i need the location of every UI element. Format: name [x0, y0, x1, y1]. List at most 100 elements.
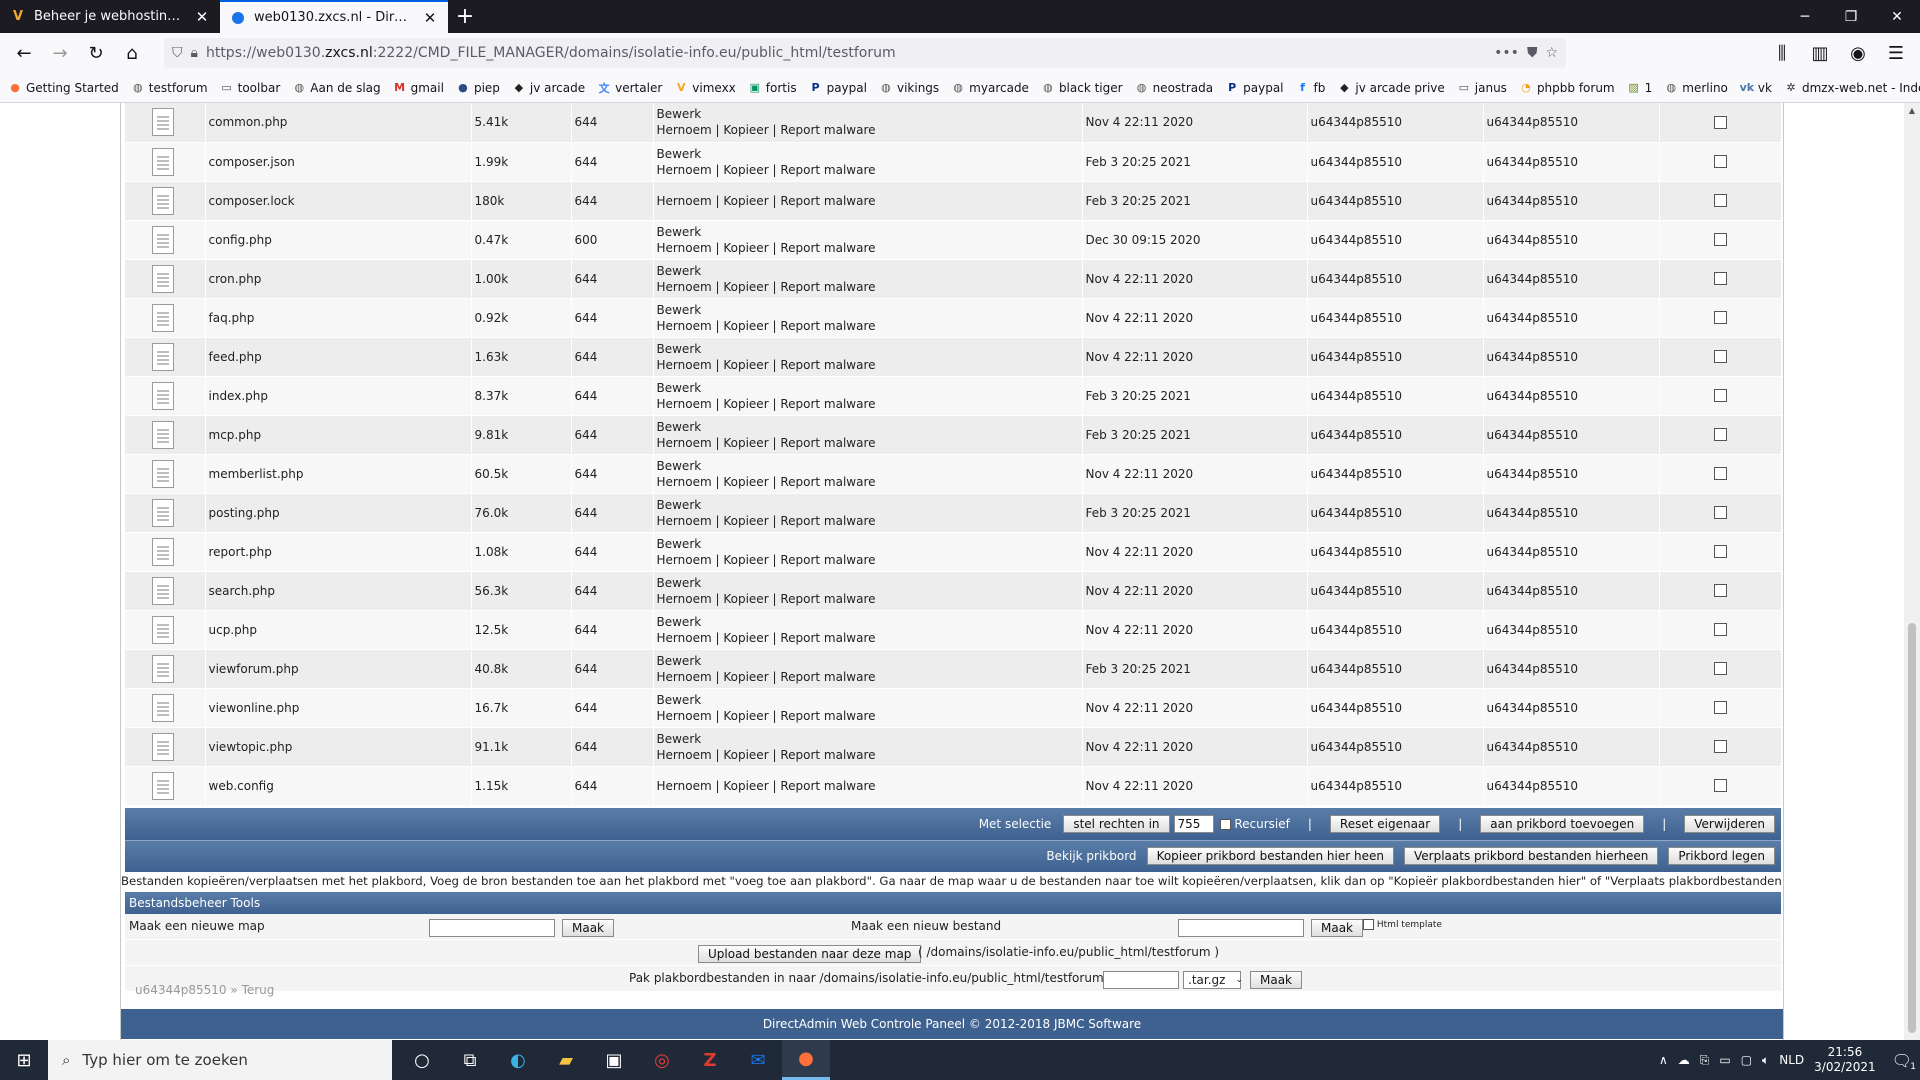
copy-link[interactable]: Kopieer [723, 194, 768, 208]
rename-link[interactable]: Hernoem [657, 592, 712, 606]
select-checkbox[interactable] [1713, 623, 1727, 636]
file-permissions[interactable]: 644 [571, 142, 654, 182]
report-malware-link[interactable]: Report malware [780, 163, 875, 177]
rename-link[interactable]: Hernoem [657, 553, 712, 567]
recursive-option[interactable]: Recursief [1219, 817, 1290, 831]
select-checkbox[interactable] [1713, 311, 1727, 324]
copy-link[interactable]: Kopieer [723, 280, 768, 294]
copy-link[interactable]: Kopieer [723, 670, 768, 684]
file-permissions[interactable]: 600 [571, 220, 654, 260]
edit-link[interactable]: Bewerk [657, 536, 1079, 552]
tab-directadmin[interactable]: web0130.zxcs.nl - DirectAdmin ✕ [220, 0, 448, 33]
edit-link[interactable]: Bewerk [657, 106, 1079, 122]
set-permissions-button[interactable]: stel rechten in [1063, 814, 1170, 833]
edit-link[interactable]: Bewerk [657, 458, 1079, 474]
taskbar-search[interactable]: ⌕ Typ hier om te zoeken [48, 1040, 392, 1080]
bookmark-item[interactable]: ◆ jv arcade [512, 81, 585, 95]
copy-link[interactable]: Kopieer [723, 514, 768, 528]
select-checkbox[interactable] [1713, 506, 1727, 519]
reload-icon[interactable]: ↻ [80, 37, 112, 69]
page-actions-icon[interactable]: ••• [1494, 45, 1519, 61]
file-permissions[interactable]: 644 [571, 532, 654, 572]
file-name[interactable]: posting.php [205, 493, 472, 533]
file-permissions[interactable]: 644 [571, 376, 654, 416]
bookmark-item[interactable]: Vvimexx [674, 81, 736, 95]
edit-link[interactable]: Bewerk [657, 380, 1079, 396]
clear-clipboard-button[interactable]: Prikbord legen [1668, 847, 1775, 865]
archive-name-input[interactable] [1103, 970, 1179, 989]
minimize-icon[interactable]: ─ [1782, 0, 1828, 33]
report-malware-link[interactable]: Report malware [780, 592, 875, 606]
restore-icon[interactable]: ❐ [1828, 0, 1874, 33]
select-checkbox[interactable] [1713, 584, 1727, 597]
bookmark-item[interactable]: Ppaypal [809, 81, 867, 95]
select-checkbox[interactable] [1713, 194, 1727, 207]
move-clipboard-here-button[interactable]: Verplaats prikbord bestanden hierheen [1403, 847, 1659, 865]
archive-format-select[interactable]: .tar.gz ⌄ [1183, 970, 1243, 989]
html-template-checkbox[interactable] [1363, 918, 1374, 930]
language-indicator[interactable]: NLD [1779, 1053, 1804, 1067]
rename-link[interactable]: Hernoem [657, 280, 712, 294]
chevron-up-icon[interactable]: ∧ [1659, 1053, 1668, 1067]
url-bar[interactable]: ⛉ 🔒︎ https://web0130.zxcs.nl:2222/CMD_FI… [164, 38, 1566, 68]
forward-arrow-icon[interactable]: → [44, 37, 76, 69]
file-permissions[interactable]: 644 [571, 298, 654, 338]
file-permissions[interactable]: 644 [571, 571, 654, 611]
rename-link[interactable]: Hernoem [657, 514, 712, 528]
bookmark-item[interactable]: ◍ black tiger [1041, 81, 1122, 95]
bookmark-item[interactable]: ▨ 1 [1627, 81, 1652, 95]
select-checkbox[interactable] [1713, 662, 1727, 675]
file-permissions[interactable]: 644 [571, 727, 654, 767]
edit-link[interactable]: Bewerk [657, 419, 1079, 435]
file-permissions[interactable]: 644 [571, 649, 654, 689]
bookmark-item[interactable]: ◆ jv arcade prive [1337, 81, 1445, 95]
edit-link[interactable]: Bewerk [657, 341, 1079, 357]
report-malware-link[interactable]: Report malware [780, 779, 875, 793]
copy-link[interactable]: Kopieer [723, 592, 768, 606]
file-name[interactable]: common.php [205, 103, 472, 143]
close-icon[interactable]: ✕ [422, 9, 438, 27]
copy-link[interactable]: Kopieer [723, 553, 768, 567]
file-permissions[interactable]: 644 [571, 259, 654, 299]
file-name[interactable]: faq.php [205, 298, 472, 338]
make-file-button[interactable]: Maak [1311, 918, 1364, 937]
report-malware-link[interactable]: Report malware [780, 475, 875, 489]
menu-icon[interactable]: ☰ [1880, 37, 1912, 69]
file-permissions[interactable]: 644 [571, 610, 654, 650]
new-folder-input[interactable] [429, 918, 555, 937]
file-name[interactable]: ucp.php [205, 610, 472, 650]
copy-link[interactable]: Kopieer [723, 709, 768, 723]
edit-link[interactable]: Bewerk [657, 614, 1079, 630]
copy-link[interactable]: Kopieer [723, 319, 768, 333]
edit-link[interactable]: Bewerk [657, 146, 1079, 162]
windows-start-icon[interactable]: ⊞ [0, 1040, 48, 1080]
file-name[interactable]: web.config [205, 766, 472, 806]
network-icon[interactable]: ▢ [1741, 1053, 1752, 1067]
close-icon[interactable]: ✕ [194, 8, 210, 26]
copy-link[interactable]: Kopieer [723, 475, 768, 489]
breadcrumb-user[interactable]: u64344p85510 [135, 983, 227, 997]
file-name[interactable]: viewtopic.php [205, 727, 472, 767]
report-malware-link[interactable]: Report malware [780, 319, 875, 333]
cortana-icon[interactable]: ○ [398, 1040, 446, 1080]
file-permissions[interactable]: 644 [571, 493, 654, 533]
file-permissions[interactable]: 644 [571, 766, 654, 806]
home-icon[interactable]: ⌂ [116, 37, 148, 69]
edit-link[interactable]: Bewerk [657, 224, 1079, 240]
report-malware-link[interactable]: Report malware [780, 631, 875, 645]
report-malware-link[interactable]: Report malware [780, 709, 875, 723]
file-name[interactable]: composer.json [205, 142, 472, 182]
bookmark-item[interactable]: ◍ neostrada [1135, 81, 1213, 95]
edit-link[interactable]: Bewerk [657, 302, 1079, 318]
html-template-option[interactable]: Html template [1363, 918, 1442, 930]
edit-link[interactable]: Bewerk [657, 263, 1079, 279]
usb-icon[interactable]: ⎘ [1700, 1053, 1710, 1068]
library-icon[interactable]: ⫼ [1766, 37, 1798, 69]
file-explorer-icon[interactable]: ▰ [542, 1040, 590, 1080]
bookmark-item[interactable]: 文 vertaler [597, 81, 663, 95]
lock-icon[interactable]: 🔒︎ [191, 45, 198, 61]
clock[interactable]: 21:56 3/02/2021 [1814, 1045, 1876, 1075]
file-name[interactable]: viewforum.php [205, 649, 472, 689]
upload-button[interactable]: Upload bestanden naar deze map [698, 944, 922, 963]
rename-link[interactable]: Hernoem [657, 397, 712, 411]
